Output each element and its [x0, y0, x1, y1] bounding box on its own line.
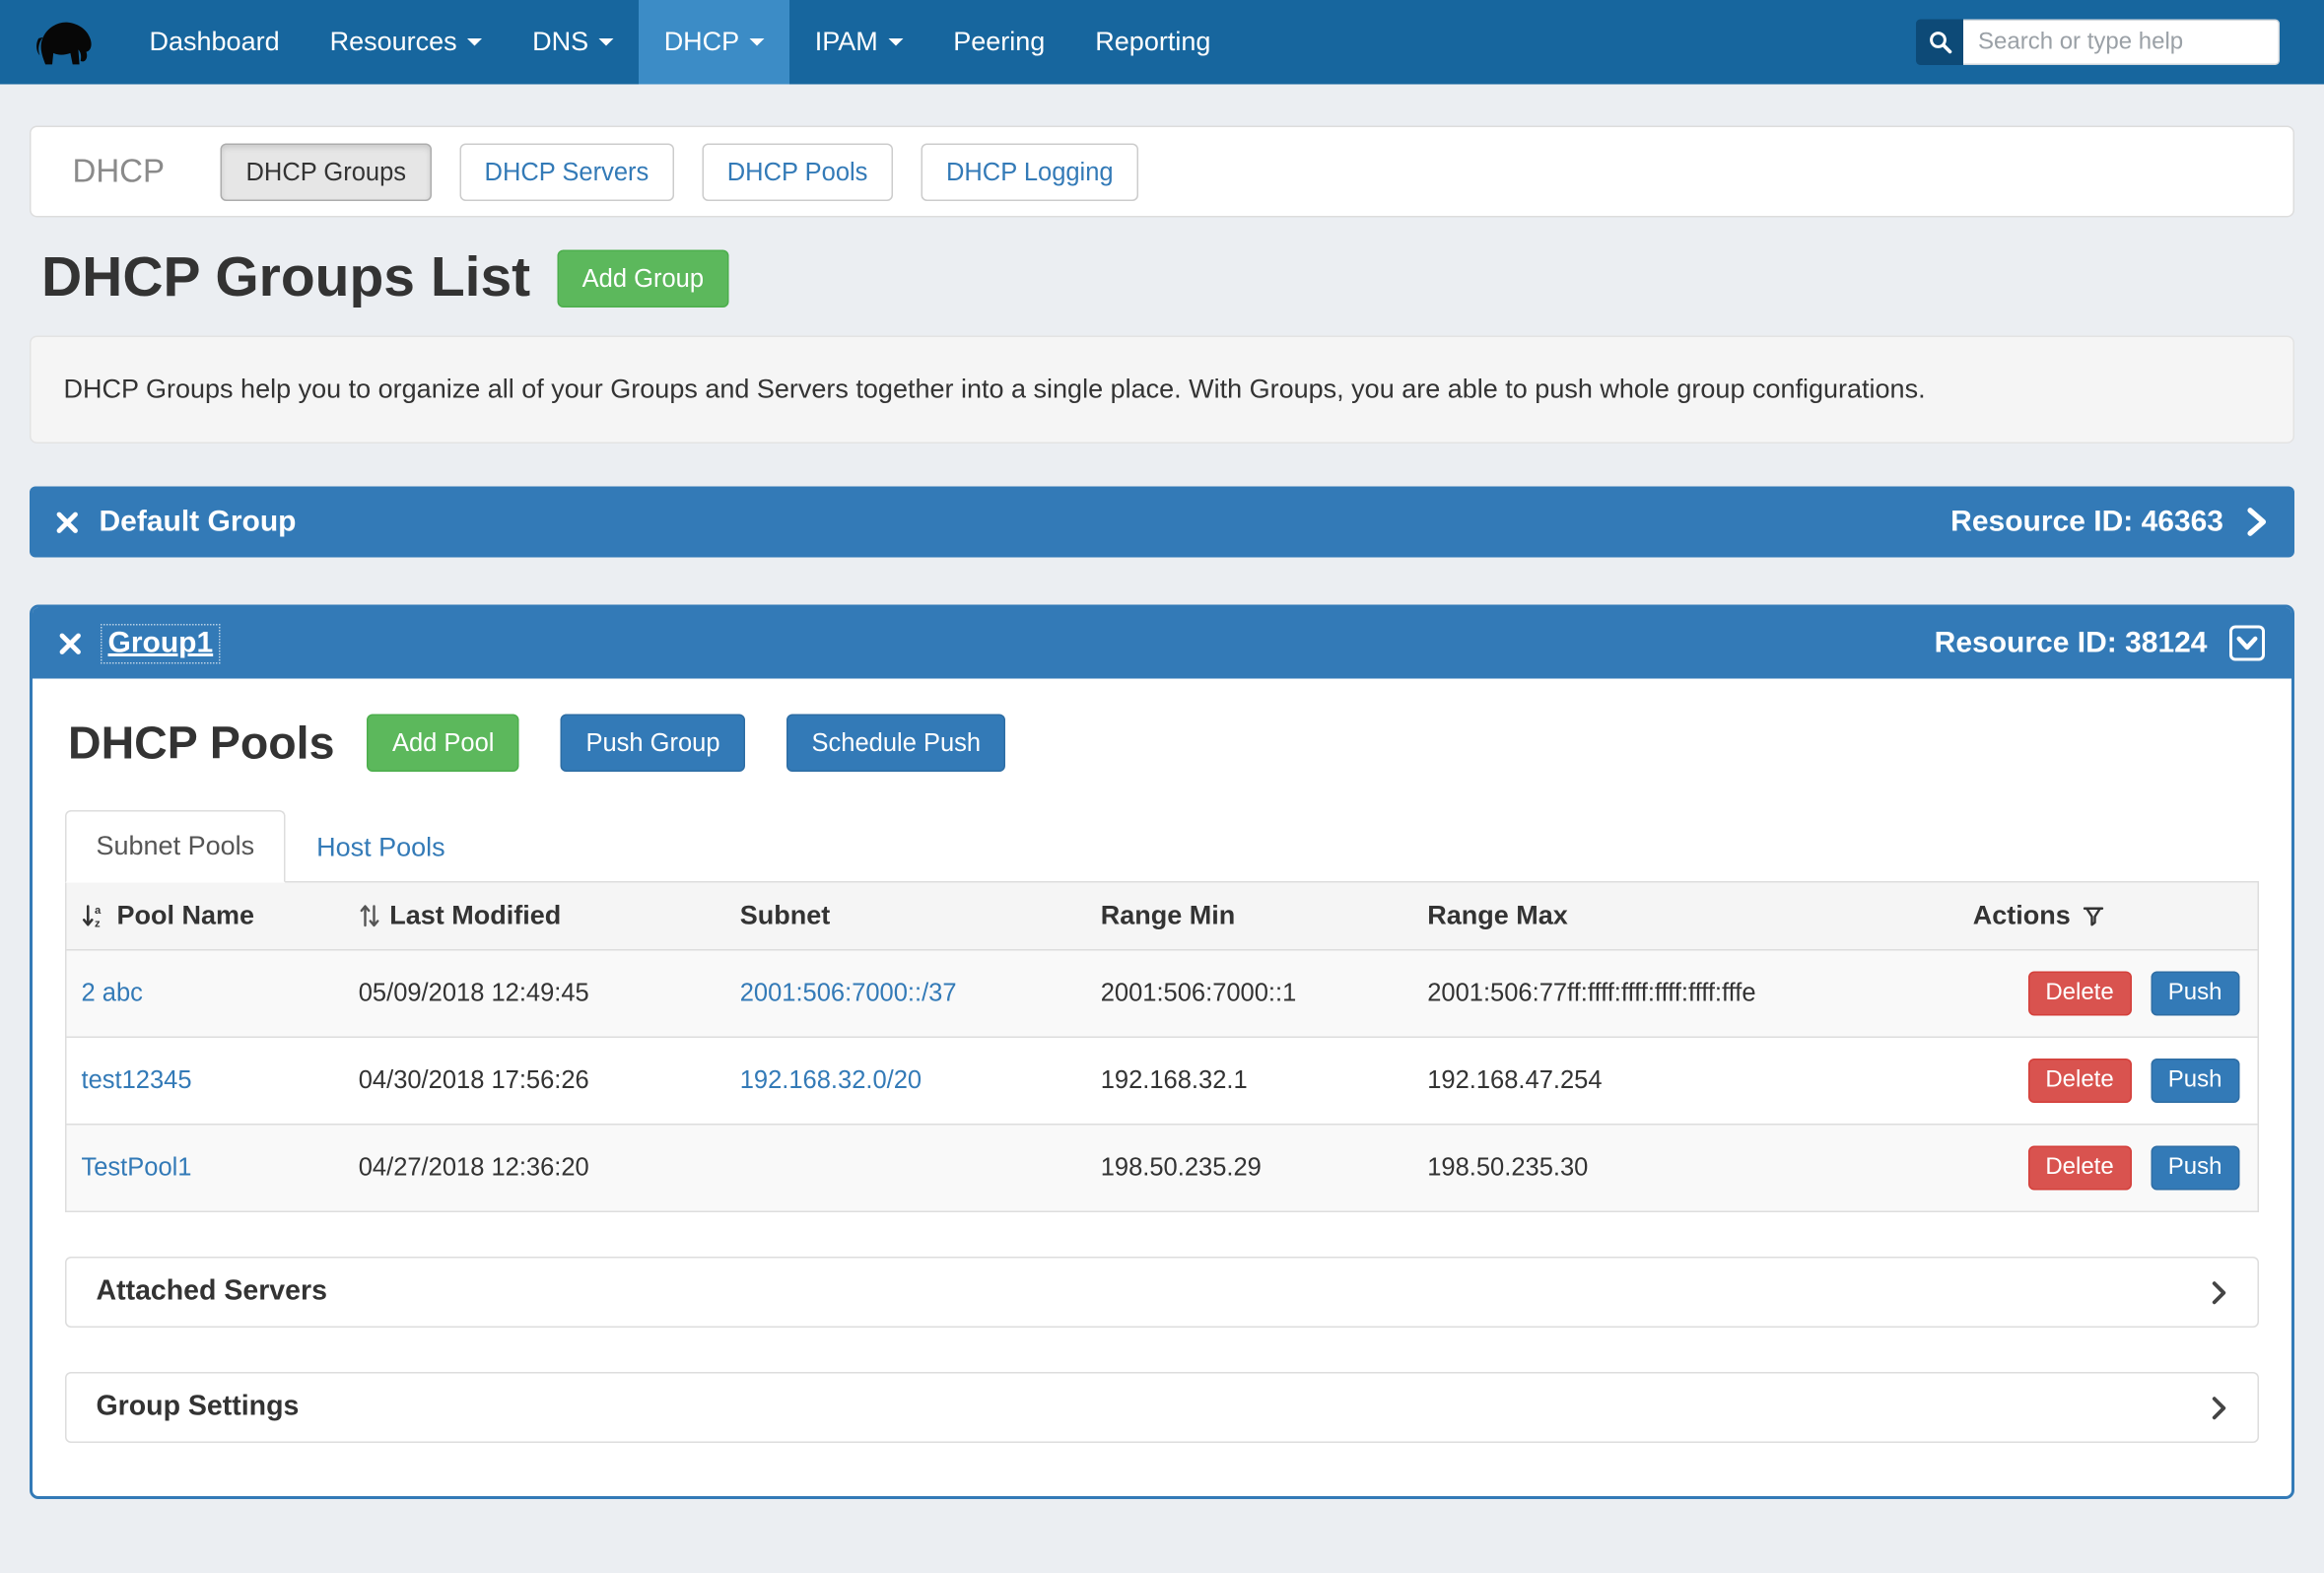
group-settings-title: Group Settings [97, 1392, 300, 1424]
tab-subnet-pools[interactable]: Subnet Pools [65, 810, 286, 883]
chevron-right-icon [2246, 508, 2269, 537]
subnav-dhcp-servers-button[interactable]: DHCP Servers [459, 143, 674, 201]
app-root: Dashboard Resources DNS DHCP IPAM Peerin… [0, 0, 2324, 1573]
search-container [1916, 20, 2280, 66]
chevron-right-icon [2211, 1279, 2228, 1305]
search-icon[interactable] [1916, 20, 1963, 66]
delete-pool-button[interactable]: Delete [2027, 1146, 2131, 1191]
svg-text:z: z [95, 919, 101, 929]
subnav-dhcp-pools-button[interactable]: DHCP Pools [702, 143, 893, 201]
subnet-link[interactable]: 2001:506:7000::/37 [740, 979, 957, 1007]
nav-dashboard[interactable]: Dashboard [124, 0, 305, 85]
chevron-down-icon [750, 38, 765, 46]
delete-group-icon[interactable] [59, 632, 82, 654]
add-group-button[interactable]: Add Group [557, 250, 728, 308]
resource-id-label: Resource ID: 38124 [1935, 626, 2208, 660]
chevron-down-icon [467, 38, 482, 46]
header-actions: Actions [1958, 883, 2259, 950]
pool-name-link[interactable]: TestPool1 [82, 1153, 192, 1182]
dhcp-pools-title: DHCP Pools [68, 717, 334, 770]
header-range-min: Range Min [1086, 883, 1413, 950]
range-min-cell: 2001:506:7000::1 [1086, 950, 1413, 1038]
last-modified-cell: 05/09/2018 12:49:45 [344, 950, 725, 1038]
page-head: DHCP Groups List Add Group [41, 247, 2294, 311]
nav-dhcp[interactable]: DHCP [639, 0, 789, 85]
attached-servers-title: Attached Servers [97, 1276, 327, 1309]
dhcp-subnav: DHCP DHCP Groups DHCP Servers DHCP Pools… [30, 126, 2294, 218]
subnav-dhcp-groups-button[interactable]: DHCP Groups [221, 143, 432, 201]
nav-peering[interactable]: Peering [928, 0, 1070, 85]
subnet-pools-table: a z Pool Name [65, 883, 2259, 1213]
pools-tabs: Subnet Pools Host Pools [65, 810, 2259, 883]
nav-ipam[interactable]: IPAM [789, 0, 928, 85]
table-row: test12345 04/30/2018 17:56:26 192.168.32… [66, 1037, 2259, 1125]
header-range-max: Range Max [1412, 883, 1958, 950]
sort-alpha-icon: a z [82, 904, 107, 929]
delete-pool-button[interactable]: Delete [2027, 972, 2131, 1016]
group-name-link[interactable]: Group1 [103, 625, 220, 662]
nav-dns[interactable]: DNS [508, 0, 640, 85]
subnav-label: DHCP [73, 153, 166, 191]
attached-servers-panel[interactable]: Attached Servers [65, 1257, 2259, 1328]
sort-updown-icon [359, 904, 379, 929]
subnet-link[interactable]: 192.168.32.0/20 [740, 1066, 922, 1095]
page-content: DHCP DHCP Groups DHCP Servers DHCP Pools… [0, 126, 2324, 1500]
group1-panel-body: DHCP Pools Add Pool Push Group Schedule … [33, 679, 2291, 1497]
push-pool-button[interactable]: Push [2151, 972, 2240, 1016]
delete-pool-button[interactable]: Delete [2027, 1059, 2131, 1103]
push-pool-button[interactable]: Push [2151, 1146, 2240, 1191]
collapse-group-icon[interactable] [2229, 626, 2265, 661]
group-row-default[interactable]: Default Group Resource ID: 46363 [30, 487, 2294, 558]
resource-id-label: Resource ID: 46363 [1950, 505, 2223, 539]
nav-items: Dashboard Resources DNS DHCP IPAM Peerin… [124, 0, 1236, 85]
range-min-cell: 198.50.235.29 [1086, 1125, 1413, 1212]
schedule-push-button[interactable]: Schedule Push [786, 715, 1006, 773]
chevron-right-icon [2211, 1395, 2228, 1420]
dhcp-pools-head: DHCP Pools Add Pool Push Group Schedule … [68, 715, 2259, 773]
range-max-cell: 192.168.47.254 [1412, 1037, 1958, 1125]
search-input[interactable] [1963, 20, 2280, 66]
delete-group-icon[interactable] [56, 511, 79, 533]
group-row-group1[interactable]: Group1 Resource ID: 38124 [33, 608, 2291, 679]
header-subnet: Subnet [725, 883, 1086, 950]
top-navbar: Dashboard Resources DNS DHCP IPAM Peerin… [0, 0, 2324, 85]
push-pool-button[interactable]: Push [2151, 1059, 2240, 1103]
last-modified-cell: 04/30/2018 17:56:26 [344, 1037, 725, 1125]
push-group-button[interactable]: Push Group [561, 715, 745, 773]
add-pool-button[interactable]: Add Pool [367, 715, 519, 773]
nav-resources[interactable]: Resources [305, 0, 508, 85]
page-description: DHCP Groups help you to organize all of … [30, 336, 2294, 445]
tab-host-pools[interactable]: Host Pools [286, 812, 477, 883]
group-settings-panel[interactable]: Group Settings [65, 1372, 2259, 1443]
filter-icon[interactable] [2081, 904, 2104, 927]
nav-reporting[interactable]: Reporting [1070, 0, 1236, 85]
range-max-cell: 198.50.235.30 [1412, 1125, 1958, 1212]
last-modified-cell: 04/27/2018 12:36:20 [344, 1125, 725, 1212]
subnav-dhcp-logging-button[interactable]: DHCP Logging [921, 143, 1138, 201]
table-row: TestPool1 04/27/2018 12:36:20 198.50.235… [66, 1125, 2259, 1212]
range-max-cell: 2001:506:77ff:ffff:ffff:ffff:ffff:fffe [1412, 950, 1958, 1038]
provision-logo[interactable] [0, 0, 124, 85]
svg-text:a: a [95, 905, 102, 917]
mammoth-icon [30, 16, 98, 69]
chevron-down-icon [888, 38, 903, 46]
group-panel-group1: Group1 Resource ID: 38124 DHCP Pools Add… [30, 605, 2294, 1500]
page-title: DHCP Groups List [41, 247, 530, 311]
chevron-down-icon [599, 38, 614, 46]
table-header-row: a z Pool Name [66, 883, 2259, 950]
pool-name-link[interactable]: 2 abc [82, 979, 143, 1007]
pool-name-link[interactable]: test12345 [82, 1066, 192, 1095]
range-min-cell: 192.168.32.1 [1086, 1037, 1413, 1125]
table-row: 2 abc 05/09/2018 12:49:45 2001:506:7000:… [66, 950, 2259, 1038]
header-pool-name[interactable]: a z Pool Name [66, 883, 344, 950]
header-last-modified[interactable]: Last Modified [344, 883, 725, 950]
group-name: Default Group [100, 505, 297, 539]
